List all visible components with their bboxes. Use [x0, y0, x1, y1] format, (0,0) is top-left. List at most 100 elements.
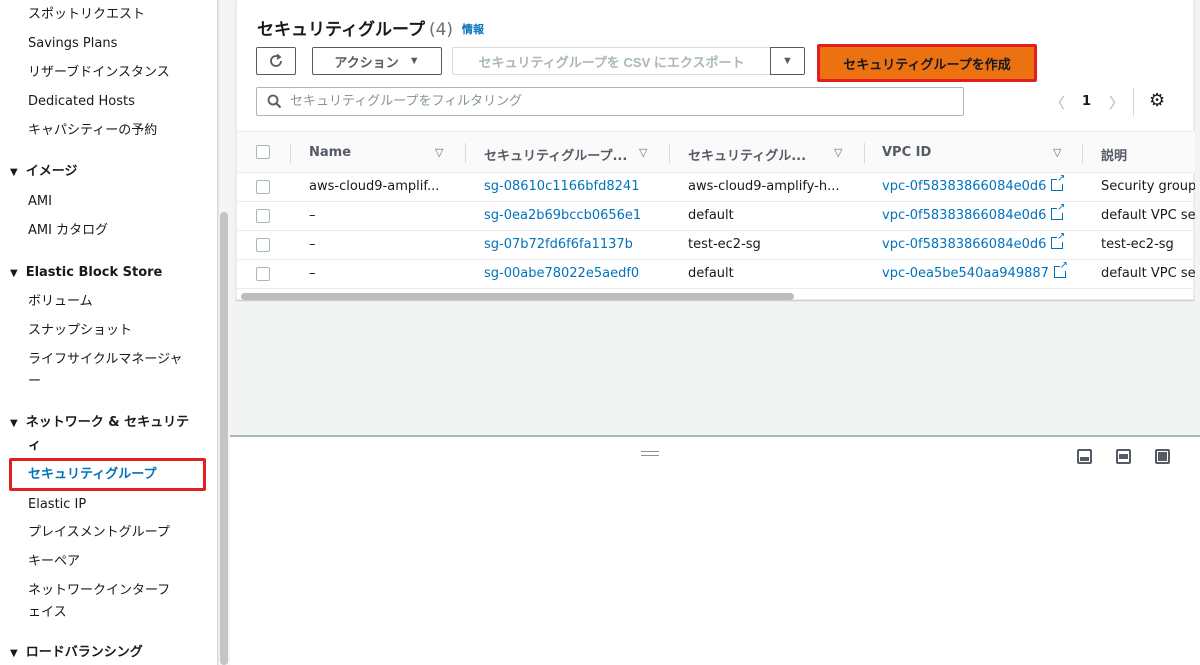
external-link-icon	[1051, 232, 1066, 249]
table-row[interactable]: – sg-00abe78022e5aedf0 default vpc-0ea5b…	[237, 260, 1195, 289]
table-horizontal-scrollbar[interactable]	[241, 293, 794, 300]
create-label: セキュリティグループを作成	[843, 56, 1011, 72]
sidebar-item-spot-requests[interactable]: スポットリクエスト	[28, 5, 145, 25]
sort-down-icon[interactable]: ▽	[435, 146, 443, 159]
column-divider	[290, 143, 291, 163]
page-number[interactable]: 1	[1082, 94, 1091, 109]
external-link-icon	[1053, 261, 1068, 278]
page-title: セキュリティグループ (4)	[257, 15, 453, 40]
cell-sg-id-link[interactable]: sg-0ea2b69bccb0656e1	[484, 208, 641, 223]
cell-name: –	[309, 208, 316, 223]
cell-description: Security group	[1101, 179, 1195, 194]
caret-down-icon: ▼	[10, 418, 18, 429]
cell-description: default VPC se	[1101, 208, 1195, 223]
column-divider	[1082, 143, 1083, 163]
row-checkbox[interactable]	[256, 267, 270, 281]
sidebar-item-ami-catalog[interactable]: AMI カタログ	[28, 221, 108, 241]
section-label: イメージ	[25, 164, 78, 179]
column-divider	[864, 143, 865, 163]
vpc-id-text: vpc-0f58383866084e0d6	[882, 208, 1047, 223]
actions-dropdown-button[interactable]: アクション ▼	[312, 47, 442, 75]
external-link-icon	[1051, 203, 1066, 220]
column-header-sg-id[interactable]: セキュリティグループ...	[484, 145, 627, 164]
table-row[interactable]: – sg-07b72fd6f6fa1137b test-ec2-sg vpc-0…	[237, 231, 1195, 260]
sidebar-scrollbar-thumb[interactable]	[220, 212, 228, 665]
row-checkbox[interactable]	[256, 209, 270, 223]
caret-down-icon: ▼	[10, 167, 18, 178]
export-label: セキュリティグループを CSV にエクスポート	[478, 54, 745, 70]
sidebar-item-lifecycle-manager[interactable]: ライフサイクルマネージャー	[28, 349, 183, 393]
info-link[interactable]: 情報	[462, 21, 484, 37]
column-header-description[interactable]: 説明	[1101, 145, 1127, 164]
cell-vpc-link[interactable]: vpc-0f58383866084e0d6	[882, 232, 1066, 252]
main-content: セキュリティグループ (4) 情報 アクション ▼ セキュリティグループを CSV …	[230, 0, 1200, 435]
cell-sg-name: test-ec2-sg	[688, 237, 761, 252]
vpc-id-text: vpc-0f58383866084e0d6	[882, 179, 1047, 194]
column-header-sg-name[interactable]: セキュリティグル...	[688, 145, 806, 164]
sidebar-item-capacity-reservations[interactable]: キャパシティーの予約	[28, 121, 157, 141]
filter-input[interactable]	[290, 94, 930, 109]
sidebar-item-snapshots[interactable]: スナップショット	[28, 321, 132, 341]
sort-down-icon[interactable]: ▽	[639, 146, 647, 159]
cell-description: test-ec2-sg	[1101, 237, 1174, 252]
export-csv-button[interactable]: セキュリティグループを CSV にエクスポート	[452, 47, 771, 75]
cell-description: default VPC se	[1101, 266, 1195, 281]
drag-handle-icon[interactable]	[641, 451, 659, 456]
column-divider	[465, 143, 466, 163]
create-security-group-button[interactable]: セキュリティグループを作成	[817, 44, 1037, 82]
panel-bottom-icon[interactable]	[1077, 449, 1092, 464]
divider	[1133, 88, 1134, 116]
sidebar-item-dedicated-hosts[interactable]: Dedicated Hosts	[28, 92, 135, 112]
cell-vpc-link[interactable]: vpc-0f58383866084e0d6	[882, 203, 1066, 223]
sidebar-section-load-balancing[interactable]: ▼ ロードバランシング	[10, 643, 143, 664]
sidebar-item-ami[interactable]: AMI	[28, 192, 52, 212]
sort-down-icon[interactable]: ▽	[1053, 146, 1061, 159]
sidebar-item-reserved-instances[interactable]: リザーブドインスタンス	[28, 63, 170, 83]
actions-label: アクション	[334, 54, 399, 70]
sidebar-section-ebs[interactable]: ▼ Elastic Block Store	[10, 263, 162, 284]
select-all-checkbox[interactable]	[256, 145, 270, 159]
sidebar-item-key-pairs[interactable]: キーペア	[28, 552, 80, 572]
column-header-vpc-id[interactable]: VPC ID	[882, 145, 931, 160]
column-divider	[669, 143, 670, 163]
table-header: Name ▽ セキュリティグループ... ▽ セキュリティグル... ▽ VPC…	[237, 131, 1195, 173]
row-checkbox[interactable]	[256, 180, 270, 194]
sidebar-item-network-interfaces[interactable]: ネットワークインターフェイス	[28, 580, 183, 624]
cell-sg-id-link[interactable]: sg-00abe78022e5aedf0	[484, 266, 639, 281]
cell-sg-id-link[interactable]: sg-07b72fd6f6fa1137b	[484, 237, 633, 252]
sidebar-item-volumes[interactable]: ボリューム	[28, 292, 93, 312]
group-count: (4)	[428, 20, 454, 40]
panel-side-icon[interactable]	[1116, 449, 1131, 464]
panel-full-icon[interactable]	[1155, 449, 1170, 464]
cell-name: aws-cloud9-amplif...	[309, 179, 440, 194]
refresh-icon	[270, 53, 282, 67]
search-icon	[267, 94, 282, 109]
caret-down-icon: ▼	[782, 55, 793, 67]
chevron-left-icon[interactable]: 〈	[1050, 92, 1065, 113]
cell-sg-name: default	[688, 266, 734, 281]
sort-down-icon[interactable]: ▽	[834, 146, 842, 159]
cell-sg-name: aws-cloud9-amplify-h...	[688, 179, 840, 194]
split-panel	[230, 435, 1200, 665]
sidebar-section-network-security[interactable]: ▼ ネットワーク & セキュリティ	[10, 412, 195, 457]
sidebar-item-savings-plans[interactable]: Savings Plans	[28, 34, 117, 54]
filter-box	[256, 87, 964, 116]
sidebar-item-placement-groups[interactable]: プレイスメントグループ	[28, 523, 170, 543]
chevron-right-icon[interactable]: 〉	[1109, 92, 1124, 113]
refresh-button[interactable]	[256, 47, 296, 75]
cell-name: –	[309, 237, 316, 252]
row-checkbox[interactable]	[256, 238, 270, 252]
cell-vpc-link[interactable]: vpc-0ea5be540aa949887	[882, 261, 1068, 281]
sidebar-section-images[interactable]: ▼ イメージ	[10, 162, 77, 183]
sidebar-item-elastic-ip[interactable]: Elastic IP	[28, 495, 86, 515]
table-row[interactable]: aws-cloud9-amplif... sg-08610c1166bfd824…	[237, 173, 1195, 202]
export-dropdown-button[interactable]: ▼	[770, 47, 805, 75]
table-row[interactable]: – sg-0ea2b69bccb0656e1 default vpc-0f583…	[237, 202, 1195, 231]
sidebar-nav: スポットリクエスト Savings Plans リザーブドインスタンス Dedi…	[0, 0, 218, 665]
column-header-name[interactable]: Name	[309, 145, 351, 160]
cell-vpc-link[interactable]: vpc-0f58383866084e0d6	[882, 174, 1066, 194]
gear-icon[interactable]: ⚙	[1149, 90, 1165, 111]
cell-sg-id-link[interactable]: sg-08610c1166bfd8241	[484, 179, 639, 194]
section-label: Elastic Block Store	[25, 265, 163, 280]
caret-down-icon: ▼	[408, 55, 420, 67]
